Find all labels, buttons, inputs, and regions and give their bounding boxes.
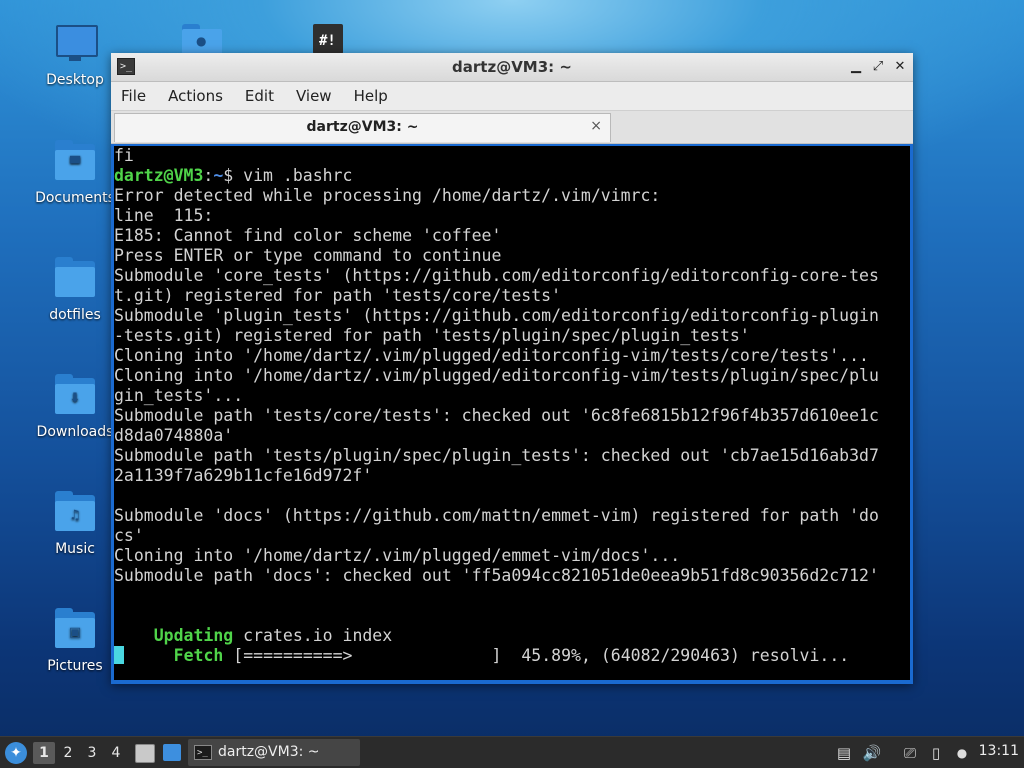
tab-terminal[interactable]: dartz@VM3: ~ × xyxy=(114,113,611,142)
taskbar: ✦ 1 2 3 4 >_ dartz@VM3: ~ ▤ 🔊 ⎚ ▯ ● 13:1… xyxy=(0,736,1024,768)
terminal-line: Cloning into '/home/dartz/.vim/plugged/e… xyxy=(114,346,869,365)
hidden-home-icon[interactable]: ● xyxy=(182,24,222,54)
whisker-menu-icon[interactable]: ✦ xyxy=(5,742,27,764)
terminal-line: line 115: xyxy=(114,206,214,225)
terminal-line: Submodule path 'tests/core/tests': check… xyxy=(114,406,879,425)
terminal-line: fi xyxy=(114,146,134,165)
updating-text: crates.io index xyxy=(233,626,393,645)
tab-label: dartz@VM3: ~ xyxy=(306,119,419,135)
window-title: dartz@VM3: ~ xyxy=(452,58,572,76)
terminal-cursor xyxy=(114,646,124,664)
prompt-command: vim .bashrc xyxy=(243,166,353,185)
workspace-2[interactable]: 2 xyxy=(57,742,79,764)
notes-icon[interactable]: ▯ xyxy=(926,743,946,763)
workspace-3[interactable]: 3 xyxy=(81,742,103,764)
maximize-button[interactable]: ⤢ xyxy=(869,58,887,76)
folder-icon xyxy=(53,257,97,301)
clock[interactable]: 13:11 xyxy=(979,743,1019,759)
terminal-line: Submodule 'plugin_tests' (https://github… xyxy=(114,306,879,325)
terminal-line: gin_tests'... xyxy=(114,386,244,405)
prompt-symbol: $ xyxy=(223,166,244,185)
menu-actions[interactable]: Actions xyxy=(157,82,234,110)
minimize-button[interactable]: ▁ xyxy=(847,58,865,76)
show-desktop-icon[interactable] xyxy=(135,744,155,763)
menu-view[interactable]: View xyxy=(285,82,343,110)
desktop-icon-label: Pictures xyxy=(47,658,103,674)
cargo-fetch-line: Fetch [==========> ] 45.89%, (64082/2904… xyxy=(114,646,910,666)
desktop-icon-label: Downloads xyxy=(36,424,114,440)
notification-icon[interactable]: ● xyxy=(952,743,972,763)
fetch-label: Fetch xyxy=(173,646,224,665)
desktop-icon-label: dotfiles xyxy=(49,307,101,323)
pictures-folder-icon: ▣ xyxy=(53,608,97,652)
terminal-window[interactable]: >_ dartz@VM3: ~ ▁ ⤢ ✕ File Actions Edit Vie… xyxy=(111,53,913,684)
file-manager-icon[interactable] xyxy=(163,744,181,761)
terminal-line: d8da074880a' xyxy=(114,426,234,445)
desktop-icon-label: Music xyxy=(55,541,95,557)
terminal-line: Submodule path 'docs': checked out 'ff5a… xyxy=(114,566,879,585)
terminal-line: Cloning into '/home/dartz/.vim/plugged/e… xyxy=(114,546,681,565)
tab-close-icon[interactable]: × xyxy=(590,118,602,134)
menu-help[interactable]: Help xyxy=(343,82,399,110)
prompt-user: dartz@VM3 xyxy=(114,166,204,185)
tab-bar: dartz@VM3: ~ × xyxy=(111,111,913,144)
menu-edit[interactable]: Edit xyxy=(234,82,285,110)
terminal-prompt-line: dartz@VM3:~$ vim .bashrc xyxy=(114,166,910,186)
terminal-line: Error detected while processing /home/da… xyxy=(114,186,661,205)
fetch-status: 45.89%, (64082/290463) resolvi... xyxy=(501,646,850,665)
menu-file[interactable]: File xyxy=(111,82,157,110)
desktop-icon-dotfiles[interactable]: dotfiles xyxy=(30,257,120,324)
cargo-updating-line: Updating crates.io index xyxy=(114,626,910,646)
downloads-folder-icon: ⬇ xyxy=(53,374,97,418)
terminal-line: Cloning into '/home/dartz/.vim/plugged/e… xyxy=(114,366,879,385)
desktop-icon-label: Desktop xyxy=(46,72,104,88)
desktop-icon-label: Documents xyxy=(35,190,115,206)
close-button[interactable]: ✕ xyxy=(891,58,909,76)
terminal-output[interactable]: fi dartz@VM3:~$ vim .bashrc Error detect… xyxy=(114,146,910,680)
task-label: dartz@VM3: ~ xyxy=(218,744,320,760)
taskbar-task-terminal[interactable]: >_ dartz@VM3: ~ xyxy=(188,739,360,766)
terminal-task-icon: >_ xyxy=(194,745,212,760)
hidden-file-icon[interactable]: #! xyxy=(313,24,343,54)
desktop-icon-documents[interactable]: ▀ Documents xyxy=(30,140,120,207)
desktop-icon-desktop[interactable]: Desktop xyxy=(30,22,120,89)
fetch-progress-bar: [==========> ] xyxy=(223,646,502,665)
desktop-icon-pictures[interactable]: ▣ Pictures xyxy=(30,608,120,675)
window-titlebar[interactable]: >_ dartz@VM3: ~ ▁ ⤢ ✕ xyxy=(111,53,913,82)
clipboard-icon[interactable]: ▤ xyxy=(834,743,854,763)
desktop-icon-downloads[interactable]: ⬇ Downloads xyxy=(30,374,120,441)
documents-folder-icon: ▀ xyxy=(53,140,97,184)
volume-icon[interactable]: 🔊 xyxy=(862,743,882,763)
music-folder-icon: ♫ xyxy=(53,491,97,535)
terminal-line: Press ENTER or type command to continue xyxy=(114,246,502,265)
terminal-line: t.git) registered for path 'tests/core/t… xyxy=(114,286,562,305)
prompt-path: ~ xyxy=(213,166,224,185)
prompt-separator: : xyxy=(203,166,214,185)
terminal-line: 2a1139f7a629b11cfe16d972f' xyxy=(114,466,373,485)
terminal-line: Submodule 'docs' (https://github.com/mat… xyxy=(114,506,879,525)
workspace-1[interactable]: 1 xyxy=(33,742,55,764)
terminal-line: Submodule path 'tests/plugin/spec/plugin… xyxy=(114,446,879,465)
terminal-line: E185: Cannot find color scheme 'coffee' xyxy=(114,226,502,245)
desktop-folder-icon xyxy=(53,22,98,66)
terminal-line: -tests.git) registered for path 'tests/p… xyxy=(114,326,750,345)
terminal-line: Submodule 'core_tests' (https://github.c… xyxy=(114,266,879,285)
menubar: File Actions Edit View Help xyxy=(111,82,913,111)
terminal-line: cs' xyxy=(114,526,144,545)
network-icon[interactable]: ⎚ xyxy=(900,743,920,763)
workspace-4[interactable]: 4 xyxy=(105,742,127,764)
desktop-icon-music[interactable]: ♫ Music xyxy=(30,491,120,558)
updating-label: Updating xyxy=(153,626,234,645)
